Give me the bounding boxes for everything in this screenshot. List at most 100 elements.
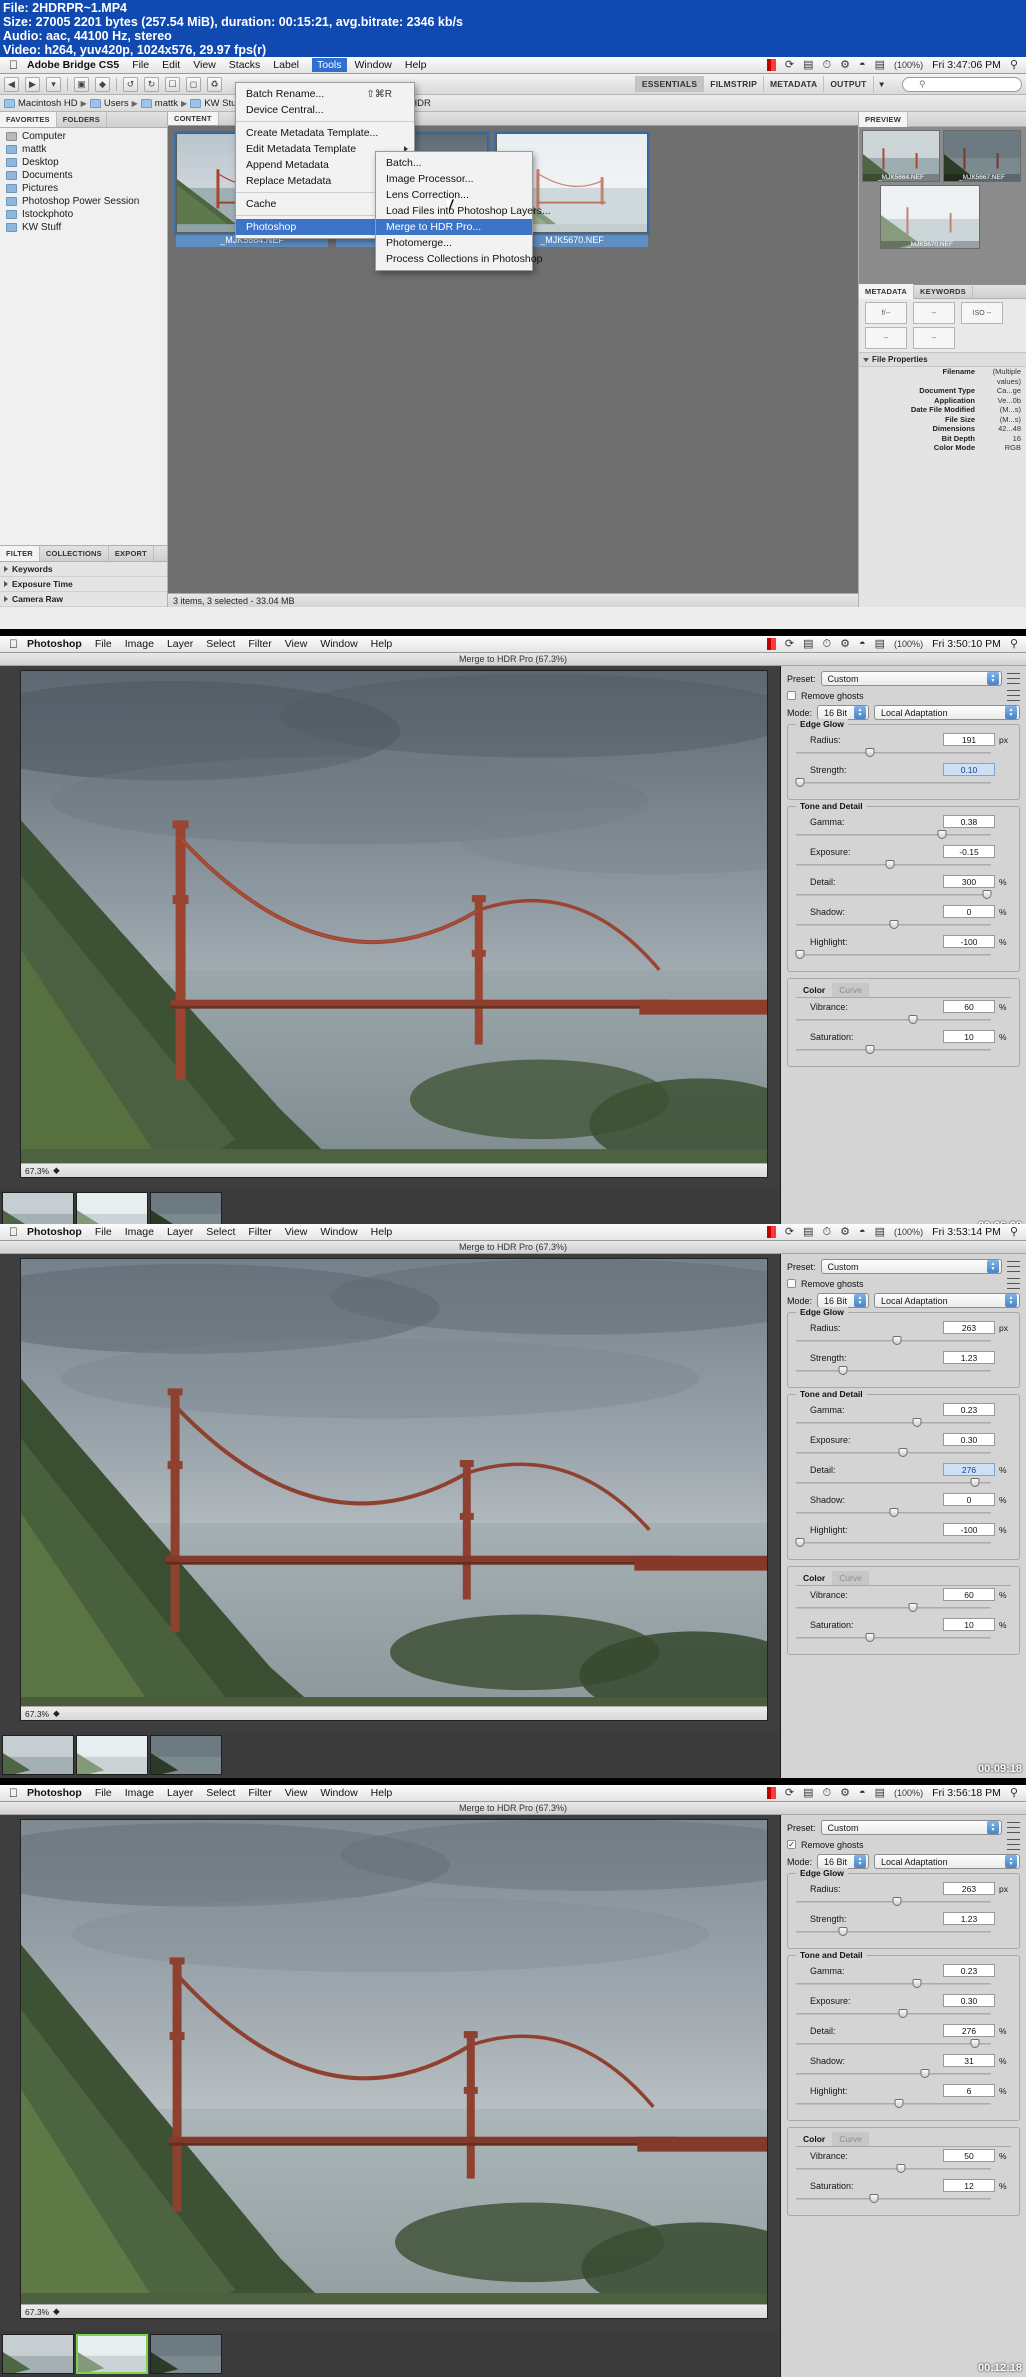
zoom-stepper-icon[interactable]: ◆ bbox=[53, 1165, 60, 1176]
control-saturation[interactable]: Saturation: 10 % bbox=[796, 1030, 1011, 1055]
remove-ghosts-checkbox[interactable] bbox=[787, 1279, 796, 1288]
ps3-menubar[interactable]:  Photoshop File Image Layer Select Filt… bbox=[0, 1785, 1026, 1802]
control-value[interactable]: 276 bbox=[943, 1463, 995, 1476]
control-value[interactable]: 31 bbox=[943, 2054, 995, 2067]
control-value[interactable]: 0.30 bbox=[943, 1994, 995, 2007]
hdr-preview-image[interactable]: 67.3% ◆ bbox=[20, 1258, 768, 1721]
control-value[interactable]: 0.23 bbox=[943, 1403, 995, 1416]
menu-image[interactable]: Layer bbox=[167, 1226, 193, 1238]
hdr-preview-image[interactable]: 67.3% ◆ bbox=[20, 1819, 768, 2319]
menubar-app-name[interactable]: Photoshop bbox=[27, 1226, 82, 1238]
strength-slider[interactable] bbox=[796, 1366, 991, 1376]
control-value[interactable]: -0.15 bbox=[943, 845, 995, 858]
submenu-item-lens-correction[interactable]: Lens Correction... bbox=[376, 187, 532, 203]
display-icon[interactable]: ▤ bbox=[803, 638, 813, 650]
wifi-icon[interactable]: ◓ bbox=[859, 638, 866, 650]
recent-folders-icon[interactable]: ▾ bbox=[46, 76, 61, 92]
control-saturation[interactable]: Saturation: 10 % bbox=[796, 1618, 1011, 1643]
timemachine-icon[interactable]: ⏱ bbox=[823, 1787, 832, 1799]
metadata-keywords-tabs[interactable]: METADATA KEYWORDS bbox=[859, 284, 1026, 299]
menu-edit[interactable]: Image bbox=[125, 1226, 154, 1238]
timemachine-icon[interactable]: ⏱ bbox=[823, 1226, 832, 1238]
bridge-menubar[interactable]:  Adobe Bridge CS5 File Edit View Stacks… bbox=[0, 57, 1026, 74]
breadcrumb-item-1[interactable]: Users bbox=[89, 98, 129, 109]
apple-menu-icon[interactable]:  bbox=[9, 1226, 18, 1238]
menubar-app-name[interactable]: Photoshop bbox=[27, 638, 82, 650]
menu-select[interactable]: Filter bbox=[248, 638, 271, 650]
menu-layer[interactable]: Select bbox=[206, 1226, 235, 1238]
bluetooth-icon[interactable]: ⚙ bbox=[840, 1787, 850, 1799]
menu-file[interactable]: File bbox=[95, 638, 112, 650]
spotlight-search-icon[interactable]: ⚲ bbox=[1010, 1787, 1018, 1799]
detail-slider[interactable] bbox=[796, 2039, 991, 2049]
control-highlight[interactable]: Highlight: -100 % bbox=[795, 935, 1011, 960]
shadow-slider[interactable] bbox=[796, 1508, 991, 1518]
vibrance-slider[interactable] bbox=[796, 2164, 991, 2174]
saturation-slider[interactable] bbox=[796, 1633, 991, 1643]
favorite-item-kw-stuff[interactable]: KW Stuff bbox=[0, 221, 167, 234]
tab-color[interactable]: Color bbox=[796, 2132, 832, 2146]
filter-section-exposure-time[interactable]: Exposure Time bbox=[0, 577, 167, 592]
panel-menu-icon[interactable] bbox=[1007, 673, 1020, 684]
submenu-item-batch[interactable]: Batch... bbox=[376, 155, 532, 171]
gamma-slider[interactable] bbox=[796, 1418, 991, 1428]
spotlight-search-icon[interactable]: ⚲ bbox=[1010, 638, 1018, 650]
ps2-menubar[interactable]:  Photoshop File Image Layer Select Filt… bbox=[0, 1224, 1026, 1241]
tab-content[interactable]: CONTENT bbox=[168, 112, 219, 125]
detail-slider[interactable] bbox=[796, 1478, 991, 1488]
delete-icon[interactable]: ♻ bbox=[207, 76, 222, 92]
menu-tools[interactable]: Tools bbox=[312, 58, 347, 72]
favorites-list[interactable]: Computer mattk Desktop Documents Picture… bbox=[0, 128, 167, 545]
control-value[interactable]: 0.23 bbox=[943, 1964, 995, 1977]
vibrance-slider[interactable] bbox=[796, 1015, 991, 1025]
workspace-metadata[interactable]: METADATA bbox=[762, 76, 823, 92]
ps2-filmstrip[interactable] bbox=[0, 1732, 780, 1778]
control-shadow[interactable]: Shadow: 0 % bbox=[796, 905, 1011, 930]
filmstrip-thumb[interactable] bbox=[2, 1735, 74, 1775]
apple-menu-icon[interactable]:  bbox=[9, 59, 18, 71]
submenu-item-photomerge[interactable]: Photomerge... bbox=[376, 235, 532, 251]
ps1-zoom-bar[interactable]: 67.3% ◆ bbox=[21, 1163, 767, 1177]
control-value[interactable]: 191 bbox=[943, 733, 995, 746]
control-radius[interactable]: Radius: 263 px bbox=[796, 1321, 1011, 1346]
zoom-stepper-icon[interactable]: ◆ bbox=[53, 1708, 60, 1719]
preset-select[interactable]: Custom ▲ ▼ bbox=[820, 671, 1002, 686]
wifi-icon[interactable]: ◓ bbox=[859, 1787, 866, 1799]
strength-slider[interactable] bbox=[796, 1927, 991, 1937]
control-value[interactable]: 12 bbox=[943, 2179, 995, 2192]
bridge-search-input[interactable]: ⚲ bbox=[902, 76, 1022, 92]
menu-edit[interactable]: Image bbox=[125, 1787, 154, 1799]
ps3-hdr-panel[interactable]: Preset: Custom ▲▼ Remove ghosts Mode: 16… bbox=[780, 1815, 1026, 2377]
control-value[interactable]: 60 bbox=[943, 1588, 995, 1601]
remove-ghosts-checkbox[interactable] bbox=[787, 1840, 796, 1849]
apple-menu-icon[interactable]:  bbox=[9, 638, 18, 650]
metadata-section-header[interactable]: File Properties bbox=[859, 352, 1026, 367]
control-highlight[interactable]: Highlight: -100 % bbox=[795, 1523, 1011, 1548]
sync-icon[interactable]: ⟳ bbox=[785, 638, 794, 650]
display-icon[interactable]: ▤ bbox=[803, 1226, 813, 1238]
preview-area[interactable]: _MJK5664.NEF _MJK5667.NEF _MJK5670.NEF bbox=[859, 127, 1026, 285]
photoshop-submenu[interactable]: Batch... Image Processor... Lens Correct… bbox=[375, 151, 551, 271]
tab-curve[interactable]: Curve bbox=[832, 2132, 869, 2146]
control-highlight[interactable]: Highlight: 6 % bbox=[796, 2084, 1011, 2109]
tab-metadata[interactable]: METADATA bbox=[859, 284, 915, 299]
new-folder-icon[interactable]: ◻ bbox=[186, 76, 201, 92]
battery-icon[interactable]: ▤ bbox=[875, 638, 885, 650]
favorite-item-documents[interactable]: Documents bbox=[0, 169, 167, 182]
shadow-slider[interactable] bbox=[796, 2069, 991, 2079]
wifi-icon[interactable]: ◓ bbox=[859, 1226, 866, 1238]
ps1-zoom-value[interactable]: 67.3% bbox=[25, 1166, 49, 1176]
menu-view[interactable]: Window bbox=[320, 1226, 357, 1238]
radius-slider[interactable] bbox=[796, 1897, 991, 1907]
menu-window[interactable]: Help bbox=[371, 1787, 393, 1799]
tab-favorites[interactable]: FAVORITES bbox=[0, 112, 57, 127]
battery-icon[interactable]: ▤ bbox=[875, 59, 885, 71]
control-strength[interactable]: Strength: 1.23 bbox=[796, 1351, 1011, 1376]
workspace-output[interactable]: OUTPUT bbox=[823, 76, 872, 92]
menu-help[interactable]: Help bbox=[405, 59, 427, 71]
panel-menu-icon[interactable] bbox=[1007, 1822, 1020, 1833]
workspace-tabs[interactable]: ESSENTIALS FILMSTRIP METADATA OUTPUT ▾ bbox=[634, 75, 890, 93]
open-recent-icon[interactable]: ☐ bbox=[165, 76, 180, 92]
ps2-canvas[interactable]: 67.3% ◆ bbox=[0, 1254, 780, 1778]
method-select[interactable]: Local Adaptation ▲ ▼ bbox=[874, 1293, 1020, 1308]
